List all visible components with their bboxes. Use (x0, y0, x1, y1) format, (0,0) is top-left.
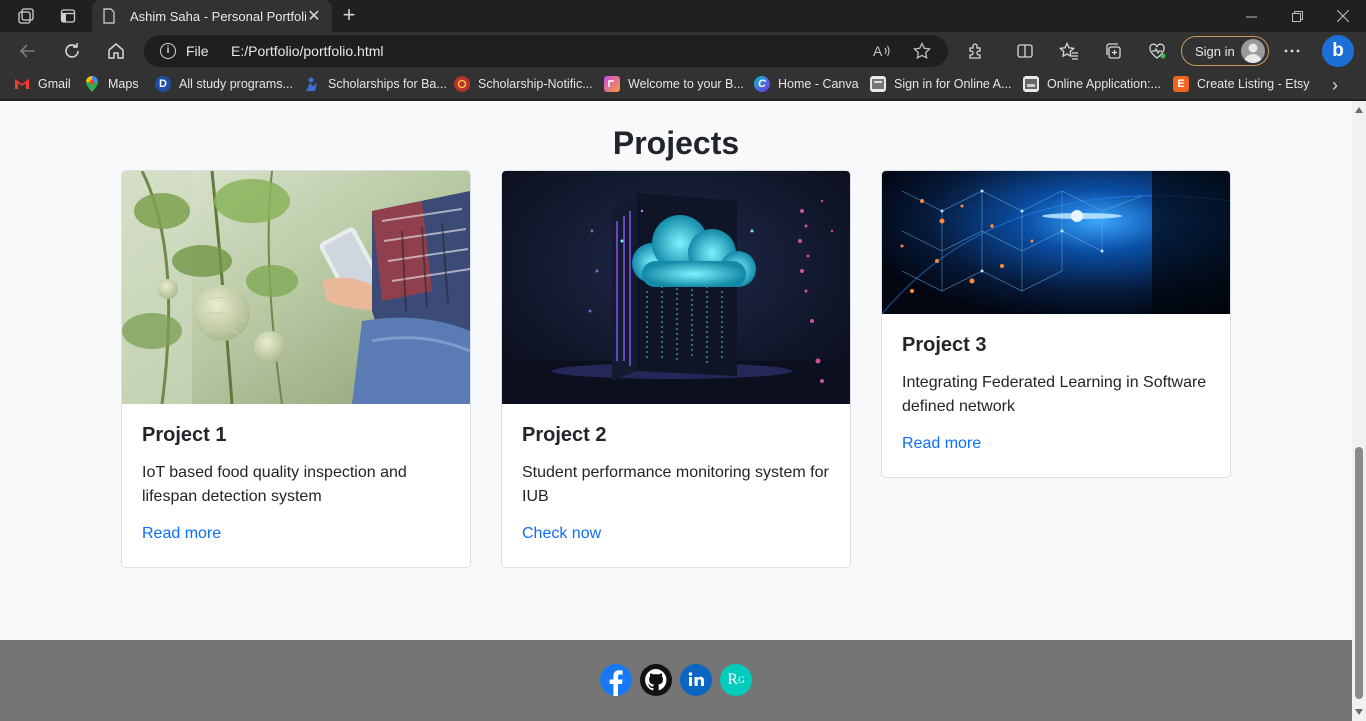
sign-in-label: Sign in (1195, 43, 1235, 59)
section-title: Projects (612, 125, 740, 161)
project-1-read-more-link[interactable]: Read more (142, 525, 221, 542)
project-card-2: Project 2 Student performance monitoring… (501, 170, 851, 568)
researchgate-icon[interactable]: RG (720, 664, 752, 696)
bookmark-label: All study programs... (179, 77, 293, 91)
bookmark-scholarship-notific[interactable]: Scholarship-Notific... (454, 76, 593, 92)
page-content: Projects Project 1 IoT based food qualit… (0, 101, 1352, 721)
scholar-icon (304, 76, 320, 92)
scroll-down-icon[interactable] (1355, 709, 1363, 715)
project-card-3: Project 3 Integrating Federated Learning… (881, 170, 1231, 478)
bookmark-sign-in-online[interactable]: Sign in for Online A... (870, 76, 1011, 92)
scroll-up-icon[interactable] (1355, 107, 1363, 113)
project-description: Integrating Federated Learning in Softwa… (902, 374, 1207, 415)
bookmark-label: Gmail (38, 77, 71, 91)
bookmark-label: Welcome to your B... (628, 77, 744, 91)
project-3-read-more-link[interactable]: Read more (902, 435, 981, 452)
close-window-icon[interactable] (1320, 0, 1366, 32)
maps-icon (84, 76, 100, 92)
facebook-icon[interactable] (600, 664, 632, 696)
researchgate-sup: G (738, 675, 745, 685)
bookmark-label: Scholarship-Notific... (478, 77, 593, 91)
bookmark-label: Sign in for Online A... (894, 77, 1012, 91)
project-3-image (882, 171, 1230, 315)
document-icon (103, 8, 115, 24)
collections-icon[interactable] (1099, 37, 1127, 65)
canva-icon: C (754, 76, 770, 92)
scrollbar-thumb[interactable] (1355, 447, 1363, 699)
svg-text:A: A (873, 43, 883, 59)
browser-essentials-icon[interactable] (1143, 37, 1171, 65)
refresh-icon[interactable] (58, 37, 86, 65)
url-text[interactable]: E:/Portfolio/portfolio.html (231, 43, 384, 59)
workspaces-icon[interactable] (12, 4, 40, 28)
bookmark-label: Online Application:... (1047, 77, 1161, 91)
bookmark-scholarships[interactable]: Scholarships for Ba... (304, 76, 447, 92)
bookmarks-bar: Gmail Maps D All study programs... Schol… (0, 70, 1366, 100)
info-icon[interactable]: i (160, 43, 176, 59)
tab-title: Ashim Saha - Personal Portfolio (130, 8, 306, 24)
tab-portfolio[interactable]: Ashim Saha - Personal Portfolio ✕ (92, 0, 332, 32)
close-tab-icon[interactable]: ✕ (306, 6, 322, 26)
project-2-image (502, 171, 850, 404)
etsy-icon: E (1173, 76, 1189, 92)
bookmark-label: Scholarships for Ba... (328, 77, 447, 91)
favorites-icon[interactable] (1055, 37, 1083, 65)
notific-icon (454, 76, 470, 92)
project-title: Project 2 (522, 424, 607, 446)
favorite-star-icon[interactable] (910, 39, 934, 63)
more-menu-icon[interactable] (1278, 37, 1306, 65)
new-tab-button[interactable]: + (338, 4, 360, 28)
project-card-body: Project 3 Integrating Federated Learning… (902, 334, 1212, 453)
project-description: IoT based food quality inspection and li… (142, 464, 407, 505)
project-card-body: Project 2 Student performance monitoring… (522, 424, 832, 543)
back-icon[interactable] (14, 37, 42, 65)
bookmark-etsy[interactable]: E Create Listing - Etsy (1173, 76, 1310, 92)
linkedin-icon[interactable] (680, 664, 712, 696)
address-bar[interactable]: i File E:/Portfolio/portfolio.html A (144, 35, 948, 67)
bookmark-label: Maps (108, 77, 139, 91)
tab-bar: Ashim Saha - Personal Portfolio ✕ + (0, 0, 1366, 32)
bookmark-study-programs[interactable]: D All study programs... (155, 76, 293, 92)
bookmark-gmail[interactable]: Gmail (14, 76, 71, 92)
project-description: Student performance monitoring system fo… (522, 464, 829, 505)
project-2-check-now-link[interactable]: Check now (522, 525, 601, 542)
bookmark-online-application[interactable]: Online Application:... (1023, 76, 1161, 92)
vertical-scrollbar[interactable] (1352, 101, 1366, 721)
split-screen-icon[interactable] (1011, 37, 1039, 65)
bing-copilot-icon[interactable]: b (1322, 35, 1354, 67)
extensions-icon[interactable] (962, 37, 990, 65)
sign-in-button[interactable]: Sign in (1181, 36, 1269, 66)
bookmark-label: Home - Canva (778, 77, 859, 91)
d-icon: D (155, 76, 171, 92)
project-title: Project 1 (142, 424, 227, 446)
welcome-icon (604, 76, 620, 92)
vertical-tabs-icon[interactable] (54, 4, 82, 28)
footer: RG (0, 640, 1352, 721)
read-aloud-icon[interactable]: A (870, 39, 894, 63)
project-1-image (122, 171, 470, 405)
bookmark-label: Create Listing - Etsy (1197, 77, 1310, 91)
home-icon[interactable] (102, 37, 130, 65)
avatar (1241, 39, 1265, 63)
restore-icon[interactable] (1274, 0, 1320, 32)
chevron-right-icon[interactable]: › (1332, 75, 1338, 96)
github-icon[interactable] (640, 664, 672, 696)
gmail-icon (14, 76, 30, 92)
signin-page-icon (870, 76, 886, 92)
bookmark-maps[interactable]: Maps (84, 76, 139, 92)
application-icon (1023, 76, 1039, 92)
researchgate-glyph: R (727, 671, 739, 688)
minimize-icon[interactable] (1228, 0, 1274, 32)
toolbar: i File E:/Portfolio/portfolio.html A Sig… (0, 32, 1366, 70)
project-title: Project 3 (902, 334, 987, 356)
address-prefix: File (186, 43, 209, 59)
project-card-1: Project 1 IoT based food quality inspect… (121, 170, 471, 568)
bookmark-welcome[interactable]: Welcome to your B... (604, 76, 744, 92)
bookmark-canva[interactable]: C Home - Canva (754, 76, 859, 92)
project-card-body: Project 1 IoT based food quality inspect… (142, 424, 452, 543)
